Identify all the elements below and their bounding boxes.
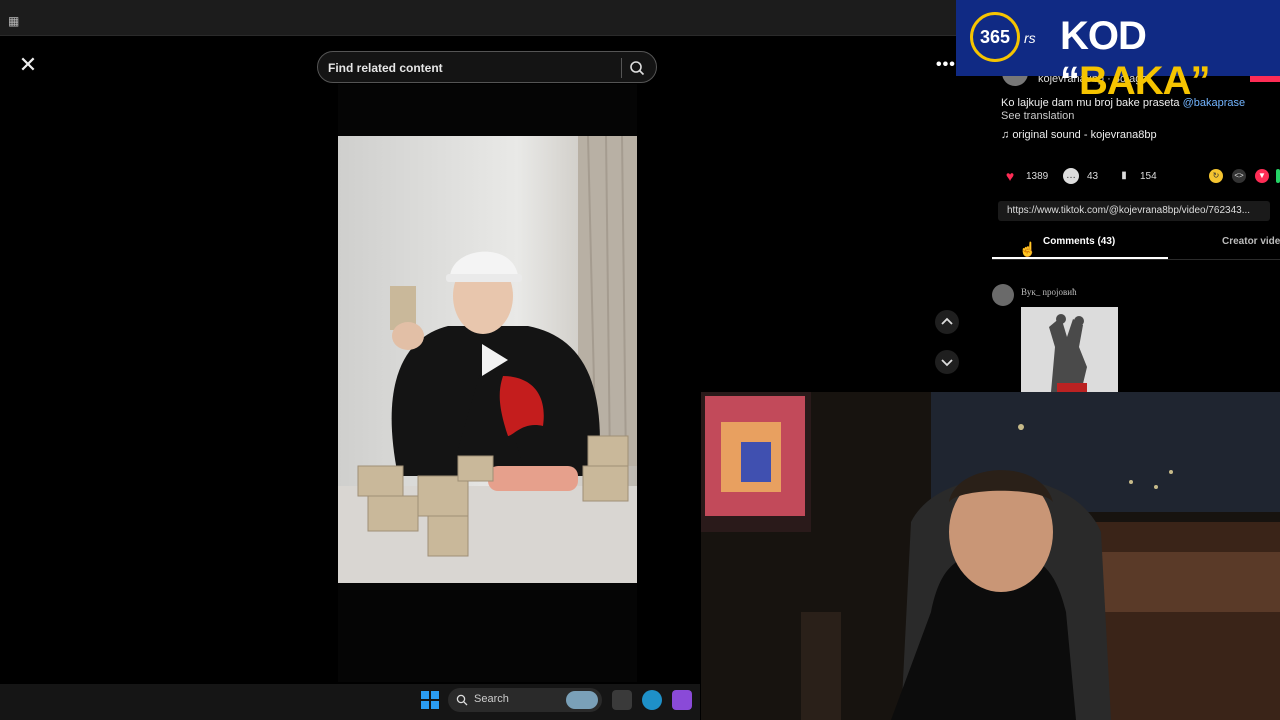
- webcam-overlay: [701, 392, 1280, 720]
- chevron-down-icon: [941, 359, 953, 367]
- edge-browser-icon[interactable]: [642, 690, 662, 710]
- heart-icon: ♥: [1005, 168, 1015, 184]
- whatsapp-icon[interactable]: [1276, 169, 1280, 183]
- tabs-divider: [992, 259, 1280, 260]
- comment-count: 43: [1087, 170, 1099, 182]
- search-input[interactable]: [328, 58, 618, 78]
- statue-image: [1021, 307, 1118, 392]
- share-friends-icon[interactable]: ↻: [1209, 169, 1223, 183]
- comment-icon: …: [1063, 168, 1079, 184]
- tab-comments[interactable]: Comments (43): [1043, 236, 1115, 247]
- embed-code-icon[interactable]: <>: [1232, 169, 1246, 183]
- stream-overlay-banner: 365 rs KOD “BAKA”: [956, 0, 1280, 103]
- browser-top-bar: ▦: [0, 0, 960, 36]
- mouse-pointer-icon: ☝: [1019, 241, 1037, 257]
- apps-grid-icon[interactable]: ▦: [8, 14, 19, 28]
- like-stat[interactable]: ♥ 1389: [1002, 168, 1048, 184]
- bookmark-icon: ▮: [1121, 170, 1127, 181]
- search-icon[interactable]: [629, 60, 645, 76]
- play-icon[interactable]: [470, 338, 514, 382]
- music-note-icon: ♫: [1001, 129, 1013, 141]
- brand-logo-suffix: rs: [1024, 30, 1036, 46]
- caption-mention[interactable]: @bakaprase: [1183, 97, 1246, 109]
- sound-line[interactable]: ♫ original sound - kojevrana8bp: [1001, 129, 1157, 141]
- search-highlight-icon: [566, 691, 598, 709]
- more-options-button[interactable]: •••: [936, 56, 956, 74]
- accent-strip: [1250, 76, 1280, 82]
- taskbar-search-label: Search: [474, 693, 509, 705]
- video-url-field[interactable]: https://www.tiktok.com/@kojevrana8bp/vid…: [998, 201, 1270, 221]
- chevron-up-icon: [941, 317, 953, 325]
- taskbar-search[interactable]: Search: [448, 688, 602, 712]
- previous-video-button[interactable]: [935, 310, 959, 334]
- save-stat[interactable]: ▮ 154: [1116, 168, 1157, 184]
- comment-image[interactable]: [1021, 307, 1118, 392]
- search-bar: [317, 51, 657, 83]
- webcam-feed-image: [701, 392, 1280, 720]
- caption-text: Ko lajkuje dam mu broj bake praseta: [1001, 97, 1183, 109]
- next-video-button[interactable]: [935, 350, 959, 374]
- see-translation-link[interactable]: See translation: [1001, 110, 1074, 122]
- task-view-icon[interactable]: [612, 690, 632, 710]
- sound-label: original sound - kojevrana8bp: [1012, 129, 1157, 141]
- comment-avatar[interactable]: [992, 284, 1014, 306]
- engagement-stats: ♥ 1389 … 43 ▮ 154 ↻ <> ▼: [1002, 168, 1280, 186]
- save-count: 154: [1140, 170, 1157, 182]
- send-icon[interactable]: ▼: [1255, 169, 1269, 183]
- brand-logo: 365: [970, 12, 1020, 62]
- promo-code-headline: KOD “BAKA”: [1060, 14, 1280, 104]
- search-icon: [456, 694, 468, 706]
- close-button[interactable]: ✕: [16, 54, 40, 78]
- like-count: 1389: [1026, 170, 1049, 182]
- post-caption: Ko lajkuje dam mu broj bake praseta @bak…: [1001, 97, 1245, 109]
- comment-author[interactable]: Вук_ npojoвић: [1021, 287, 1077, 297]
- windows-start-icon[interactable]: [421, 691, 439, 709]
- tab-creator-videos[interactable]: Creator vide: [1222, 236, 1280, 247]
- comment-stat[interactable]: … 43: [1063, 168, 1098, 184]
- search-divider: [621, 58, 622, 78]
- copilot-icon[interactable]: [672, 690, 692, 710]
